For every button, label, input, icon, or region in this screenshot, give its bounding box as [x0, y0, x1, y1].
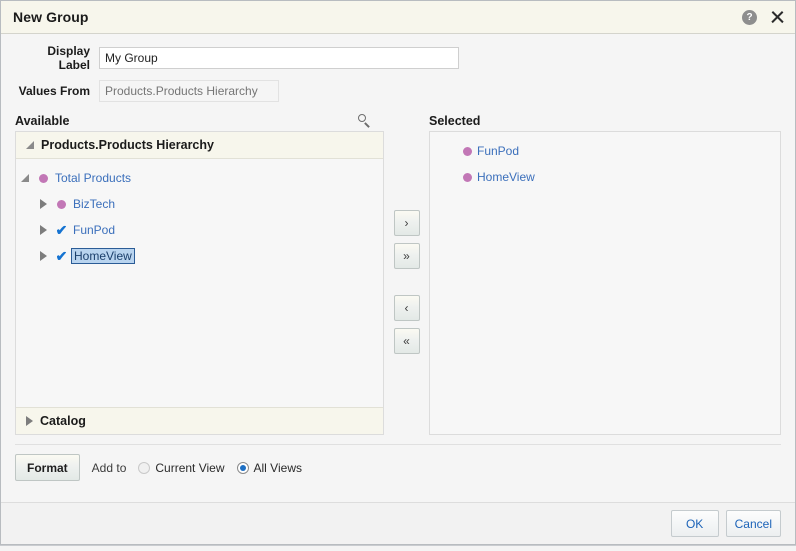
accordion-header-catalog-label: Catalog: [40, 414, 86, 428]
dialog-body: Display Label Values From Available: [1, 34, 795, 502]
selected-item-label[interactable]: HomeView: [477, 170, 535, 184]
member-dot-icon: [458, 173, 477, 182]
radio-all-views-label: All Views: [254, 461, 302, 475]
background-page-sliver: [0, 545, 796, 551]
dialog-title: New Group: [13, 9, 742, 25]
tree-row[interactable]: Total Products: [16, 165, 383, 191]
selected-item-label[interactable]: FunPod: [477, 144, 519, 158]
tree-row[interactable]: ✔ HomeView: [16, 243, 383, 269]
display-label-input[interactable]: [99, 47, 459, 69]
display-label-row: Display Label: [15, 44, 781, 72]
move-all-left-button[interactable]: «: [394, 328, 420, 354]
accordion-header-products[interactable]: Products.Products Hierarchy: [16, 132, 383, 159]
titlebar-actions: ?: [742, 9, 785, 25]
available-pane: Available Products.Products Hierarchy: [15, 110, 384, 435]
list-item[interactable]: FunPod: [430, 138, 780, 164]
move-left-button[interactable]: ‹: [394, 295, 420, 321]
add-to-label: Add to: [92, 461, 127, 475]
values-from-row: Values From: [15, 80, 781, 102]
twisty-toggle[interactable]: [34, 225, 52, 235]
tree-item-label[interactable]: FunPod: [71, 222, 117, 238]
available-header: Available: [15, 110, 384, 131]
triangle-right-icon: [26, 416, 33, 426]
cancel-button[interactable]: Cancel: [726, 510, 781, 537]
selected-heading: Selected: [429, 114, 480, 128]
radio-current-view-dot[interactable]: [138, 462, 150, 474]
checkmark-icon: ✔: [52, 249, 71, 263]
triangle-down-icon: [26, 141, 34, 149]
radio-current-view-label: Current View: [155, 461, 224, 475]
search-icon[interactable]: [358, 114, 372, 128]
available-tree: Total Products BizTech: [16, 159, 383, 407]
triangle-right-icon: [40, 251, 47, 261]
member-dot-icon: [34, 174, 53, 183]
new-group-dialog: New Group ? Display Label Values From Av…: [0, 0, 796, 545]
twisty-toggle[interactable]: [34, 251, 52, 261]
tree-row[interactable]: BizTech: [16, 191, 383, 217]
accordion-header-products-label: Products.Products Hierarchy: [41, 138, 214, 152]
selected-box[interactable]: FunPod HomeView: [429, 131, 781, 435]
footer-tools: Format Add to Current View All Views: [15, 445, 781, 481]
available-box: Products.Products Hierarchy Total Produc…: [15, 131, 384, 435]
selected-pane: Selected FunPod HomeView: [429, 110, 781, 435]
triangle-right-icon: [40, 199, 47, 209]
dialog-footer: OK Cancel: [1, 502, 795, 544]
twisty-toggle[interactable]: [16, 174, 34, 182]
values-from-input: [99, 80, 279, 102]
available-heading: Available: [15, 114, 69, 128]
selected-header: Selected: [429, 110, 781, 131]
accordion-header-catalog[interactable]: Catalog: [16, 407, 383, 434]
checkmark-icon: ✔: [52, 223, 71, 237]
search-icon-handle: [364, 122, 369, 127]
member-dot-icon: [52, 200, 71, 209]
dialog-titlebar: New Group ?: [1, 1, 795, 34]
triangle-down-icon: [21, 174, 29, 182]
help-icon[interactable]: ?: [742, 10, 757, 25]
tree-row[interactable]: ✔ FunPod: [16, 217, 383, 243]
twisty-toggle[interactable]: [34, 199, 52, 209]
search-icon-ring: [358, 114, 366, 122]
radio-all-views-dot[interactable]: [237, 462, 249, 474]
member-dot-icon: [458, 147, 477, 156]
move-right-button[interactable]: ›: [394, 210, 420, 236]
shuttle-container: Available Products.Products Hierarchy: [15, 110, 781, 435]
list-item[interactable]: HomeView: [430, 164, 780, 190]
tree-item-label[interactable]: Total Products: [53, 170, 133, 186]
triangle-right-icon: [40, 225, 47, 235]
shuttle-buttons: › » ‹ «: [384, 110, 429, 435]
move-all-right-button[interactable]: »: [394, 243, 420, 269]
tree-item-label-selected[interactable]: HomeView: [71, 248, 135, 264]
radio-all-views[interactable]: All Views: [237, 461, 302, 475]
ok-button[interactable]: OK: [671, 510, 719, 537]
tree-item-label[interactable]: BizTech: [71, 196, 117, 212]
radio-current-view[interactable]: Current View: [138, 461, 224, 475]
display-label-label: Display Label: [15, 44, 99, 72]
format-button[interactable]: Format: [15, 454, 80, 481]
values-from-label: Values From: [15, 84, 99, 98]
close-icon[interactable]: [769, 9, 785, 25]
